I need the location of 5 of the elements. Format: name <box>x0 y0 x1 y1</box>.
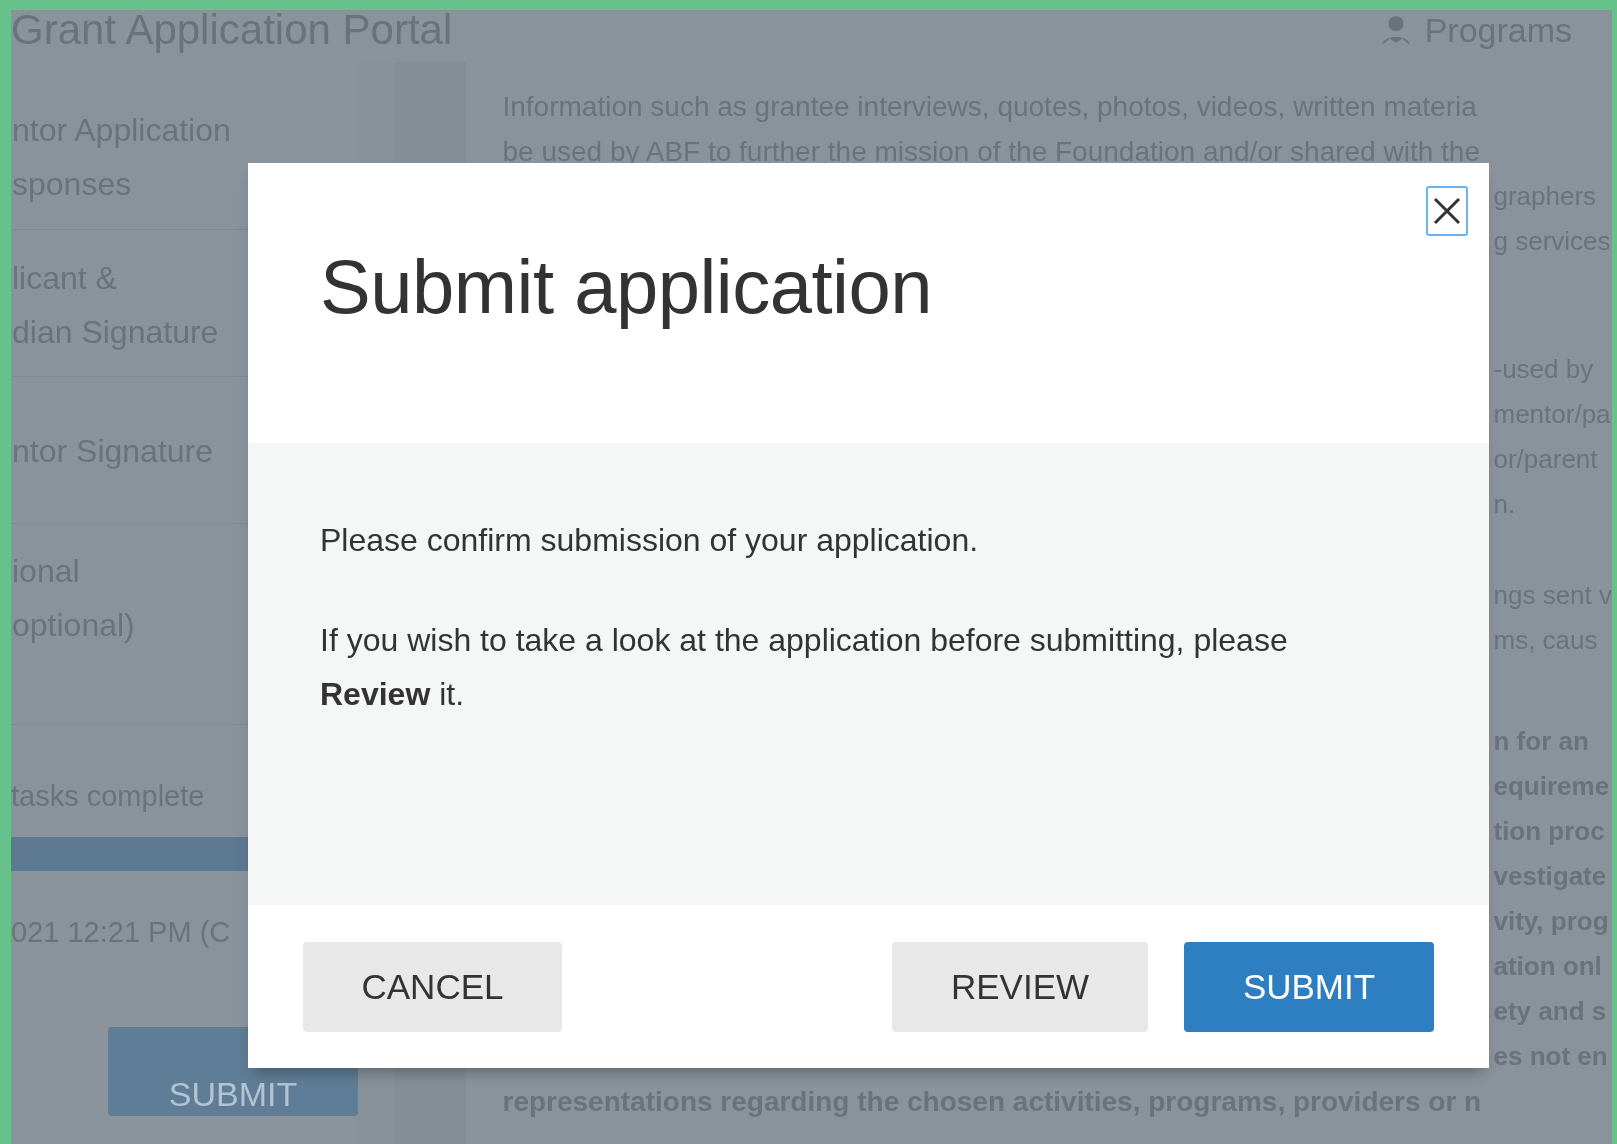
close-icon <box>1432 196 1462 226</box>
dialog-button[interactable]: REVIEW <box>892 941 1148 1032</box>
submit-button[interactable]: SUBMIT <box>1184 941 1434 1032</box>
close-button[interactable] <box>1426 186 1468 236</box>
dialog-button[interactable]: CANCEL <box>303 941 562 1032</box>
